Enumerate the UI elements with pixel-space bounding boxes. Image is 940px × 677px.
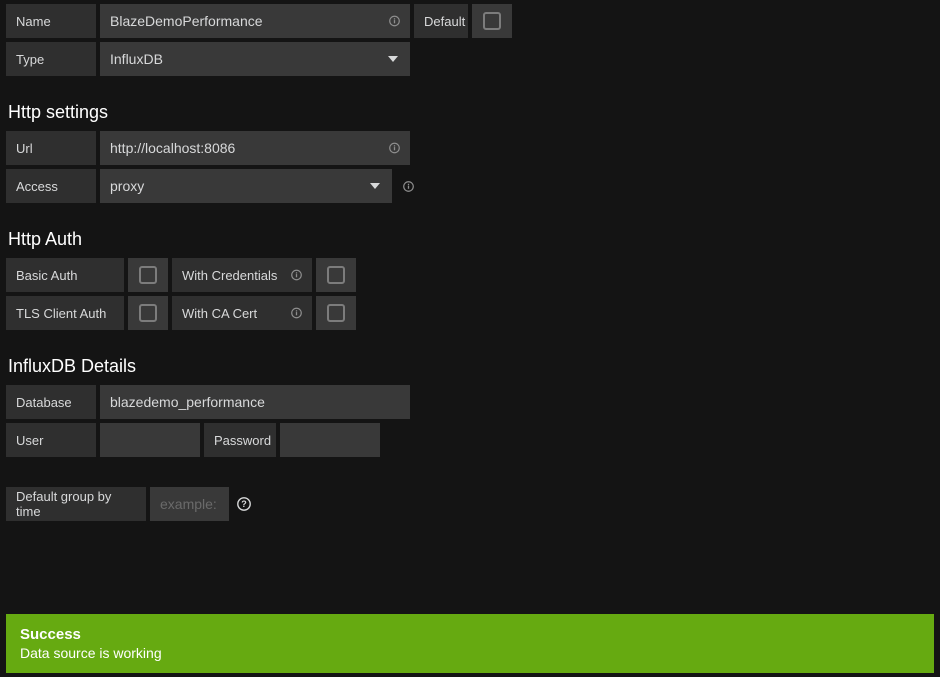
with-credentials-label-wrap: With Credentials xyxy=(172,258,312,292)
info-icon[interactable] xyxy=(389,16,400,27)
name-input[interactable] xyxy=(100,4,410,38)
success-alert: Success Data source is working xyxy=(6,614,934,673)
svg-text:?: ? xyxy=(241,499,247,509)
http-auth-section: Http Auth Basic Auth With Credentials TL… xyxy=(6,229,934,330)
basic-auth-label: Basic Auth xyxy=(6,258,124,292)
user-input-wrap xyxy=(100,423,200,457)
info-icon[interactable] xyxy=(291,308,302,319)
access-value: proxy xyxy=(100,178,144,194)
with-credentials-checkbox[interactable] xyxy=(327,266,345,284)
type-label: Type xyxy=(6,42,96,76)
password-input-wrap xyxy=(280,423,380,457)
default-label: Default xyxy=(414,4,468,38)
password-label: Password xyxy=(204,423,276,457)
caret-down-icon xyxy=(370,183,380,189)
user-input[interactable] xyxy=(100,423,200,457)
with-credentials-label: With Credentials xyxy=(182,268,277,283)
info-icon[interactable] xyxy=(396,169,420,203)
database-label: Database xyxy=(6,385,96,419)
tls-client-auth-checkbox-wrap xyxy=(128,296,168,330)
tls-client-auth-checkbox[interactable] xyxy=(139,304,157,322)
tls-client-auth-label: TLS Client Auth xyxy=(6,296,124,330)
url-label: Url xyxy=(6,131,96,165)
type-select[interactable]: InfluxDB xyxy=(100,42,410,76)
influxdb-details-section: InfluxDB Details Database User Password xyxy=(6,356,934,457)
database-input[interactable] xyxy=(100,385,410,419)
password-input[interactable] xyxy=(280,423,380,457)
with-ca-cert-checkbox[interactable] xyxy=(327,304,345,322)
default-checkbox[interactable] xyxy=(483,12,501,30)
alert-body: Data source is working xyxy=(20,645,920,661)
group-by-time-input-wrap xyxy=(150,487,229,521)
basic-auth-checkbox-wrap xyxy=(128,258,168,292)
http-settings-section: Http settings Url Access proxy xyxy=(6,102,934,203)
http-settings-heading: Http settings xyxy=(6,102,934,123)
access-select[interactable]: proxy xyxy=(100,169,392,203)
with-ca-cert-label: With CA Cert xyxy=(182,306,257,321)
user-label: User xyxy=(6,423,96,457)
with-ca-cert-checkbox-wrap xyxy=(316,296,356,330)
group-by-time-label: Default group by time xyxy=(6,487,146,521)
basic-auth-checkbox[interactable] xyxy=(139,266,157,284)
type-value: InfluxDB xyxy=(100,51,163,67)
caret-down-icon xyxy=(388,56,398,62)
with-ca-cert-label-wrap: With CA Cert xyxy=(172,296,312,330)
info-icon[interactable] xyxy=(389,143,400,154)
http-auth-heading: Http Auth xyxy=(6,229,934,250)
name-label: Name xyxy=(6,4,96,38)
alert-title: Success xyxy=(20,626,920,643)
name-input-wrap xyxy=(100,4,410,38)
top-section: Name Default Type InfluxDB xyxy=(6,4,934,76)
access-label: Access xyxy=(6,169,96,203)
default-checkbox-wrap xyxy=(472,4,512,38)
help-icon[interactable]: ? xyxy=(233,487,255,521)
group-by-time-section: Default group by time ? xyxy=(6,487,934,521)
url-input[interactable] xyxy=(100,131,410,165)
info-icon[interactable] xyxy=(291,270,302,281)
influxdb-details-heading: InfluxDB Details xyxy=(6,356,934,377)
url-input-wrap xyxy=(100,131,410,165)
group-by-time-input[interactable] xyxy=(150,487,229,521)
database-input-wrap xyxy=(100,385,410,419)
with-credentials-checkbox-wrap xyxy=(316,258,356,292)
